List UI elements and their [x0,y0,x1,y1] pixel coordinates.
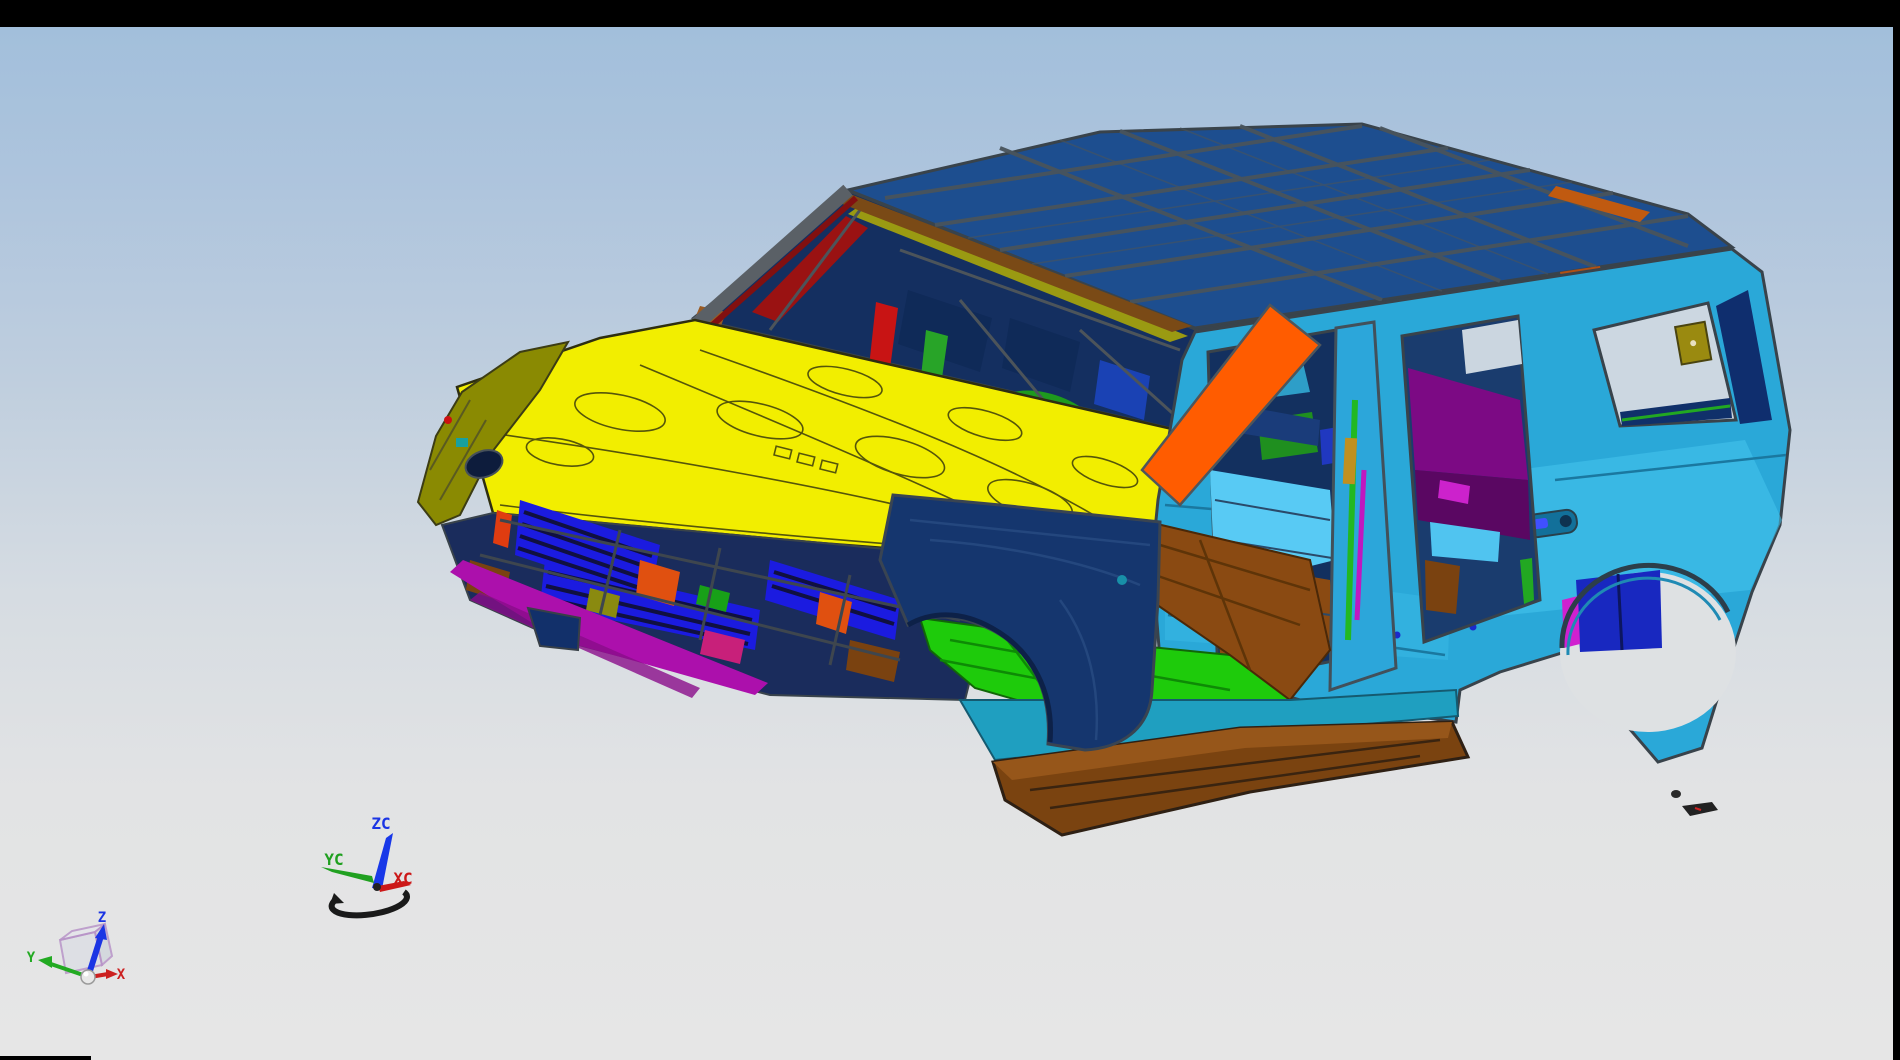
debris-parts[interactable] [1671,790,1718,816]
abs-y-label: Y [27,950,36,966]
wcs-y-axis-arrow[interactable] [321,867,374,883]
cowl-red-dot [444,416,452,424]
wcs-y-label: YC [324,850,343,869]
rear-floor-brown [1425,560,1460,614]
abs-y-arrowhead [38,956,52,968]
rear-wheel-arch[interactable] [1560,565,1736,732]
wcs-triad[interactable]: ZC YC XC [321,814,413,915]
top-letterbox-bar [0,0,1900,27]
right-letterbox-bar [1893,0,1900,1060]
wcs-z-axis-arrow[interactable] [372,833,393,889]
wcs-x-label: XC [393,869,412,888]
belt-adjuster [1343,438,1357,485]
wcs-rotate-handle[interactable] [332,892,407,915]
abs-origin-highlight [84,972,89,977]
cad-viewport[interactable]: ZC YC XC Z Y X [0,27,1893,1060]
wcs-z-label: ZC [371,814,390,833]
abs-z-label: Z [98,910,106,926]
model-canvas[interactable]: ZC YC XC Z Y X [0,27,1893,1060]
bottom-left-letterbox-sliver [0,1056,91,1060]
absolute-triad[interactable]: Z Y X [27,910,126,984]
wcs-origin[interactable] [373,883,381,891]
wcs-handle-arrowhead [330,893,344,904]
abs-origin-sphere[interactable] [81,970,95,984]
fender-hole [1117,575,1127,585]
abs-x-label: X [117,967,126,983]
cowl-teal-chip [456,438,468,447]
window-bracket [1675,322,1711,365]
rear-door-aperture[interactable] [1402,316,1540,642]
